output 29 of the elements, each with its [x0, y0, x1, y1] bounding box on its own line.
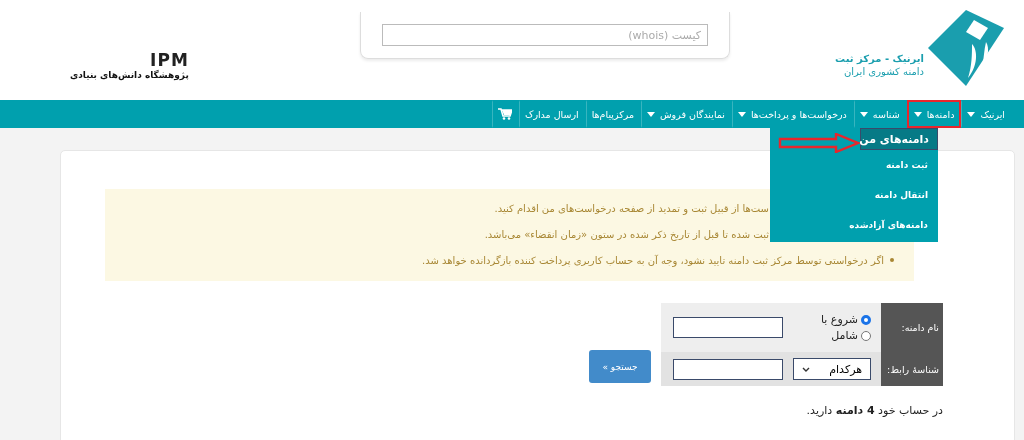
- nav-item[interactable]: ایرنیک: [961, 100, 1012, 128]
- logo-icon: [926, 8, 1006, 88]
- nav-item[interactable]: نمایندگان فروش: [641, 100, 732, 128]
- radio-option[interactable]: شامل: [793, 329, 871, 342]
- partner-caption: پژوهشگاه دانش‌های بنیادی: [70, 70, 189, 80]
- field-label: نام دامنه:: [881, 303, 943, 352]
- whois-field[interactable]: کیست (whois): [382, 24, 708, 46]
- chevron-icon: [802, 366, 810, 372]
- alert-text: اگر درخواستی توسط مرکز ثبت دامنه تایید نشود، وجه آن به حساب کاربری پرداخت کننده بازگردانده خواهد شد.: [422, 254, 884, 266]
- alert-text: ثبت شده تا قبل از تاریخ ذکر شده در ستون «زمان انقضاء» می‌باشد.: [484, 228, 769, 240]
- radio-option[interactable]: شروع با: [793, 313, 871, 326]
- dropdown-item[interactable]: ثبت دامنه: [770, 150, 938, 180]
- alert-text: ست‌ها از قبیل ثبت و تمدید از صفحه درخواست‌های من اقدام کنید.: [494, 202, 769, 214]
- dropdown-item[interactable]: انتقال دامنه: [770, 180, 938, 210]
- contact-field[interactable]: [673, 358, 783, 380]
- partner-logo: IPM: [150, 50, 189, 70]
- domain-name-field[interactable]: [673, 317, 783, 338]
- logo-title: ایرنیک - مرکز ثبت: [835, 52, 924, 65]
- field-label: شناسهٔ رابط:: [881, 352, 943, 386]
- summary-text: در حساب خود 4 دامنه دارید.: [805, 404, 943, 417]
- cart-icon: [497, 108, 512, 120]
- nav-item[interactable]: ارسال مدارک: [518, 100, 586, 128]
- logo-subtitle: دامنه کشوری ایران: [842, 65, 924, 78]
- nav-item[interactable]: دامنه‌ها: [906, 100, 962, 128]
- contact-select[interactable]: هرکدام: [793, 358, 871, 380]
- search-button[interactable]: جستجو »: [589, 350, 651, 383]
- dropdown-item[interactable]: دامنه‌های آزادشده: [770, 210, 938, 240]
- nav-item[interactable]: مرکزپیام‌ها: [585, 100, 641, 128]
- dropdown-item[interactable]: دامنه‌های من: [860, 128, 938, 150]
